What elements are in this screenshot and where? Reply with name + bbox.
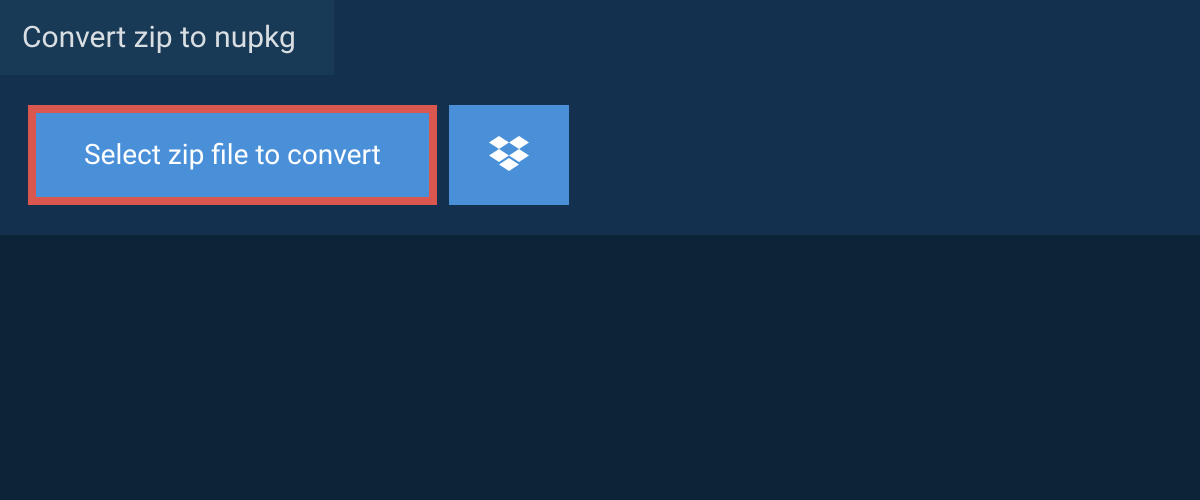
button-row: Select zip file to convert (0, 75, 1200, 235)
converter-panel: Convert zip to nupkg Select zip file to … (0, 0, 1200, 235)
panel-title-text: Convert zip to nupkg (22, 20, 296, 55)
dropbox-icon (489, 136, 529, 174)
select-file-label: Select zip file to convert (84, 141, 381, 169)
dropbox-button[interactable] (449, 105, 569, 205)
panel-title: Convert zip to nupkg (0, 0, 334, 75)
select-file-button[interactable]: Select zip file to convert (28, 105, 437, 205)
